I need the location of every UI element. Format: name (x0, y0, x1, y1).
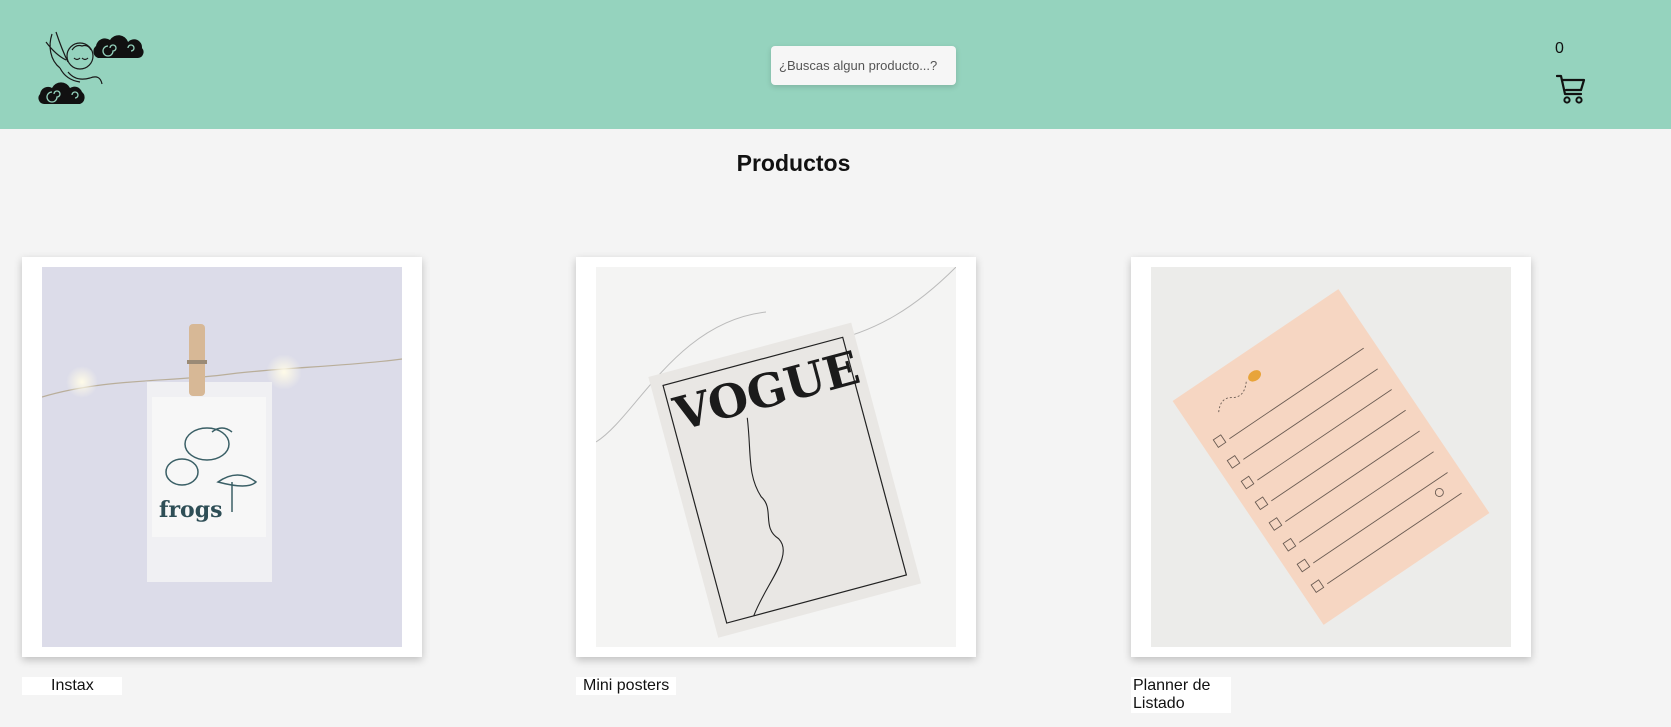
search-input[interactable] (771, 46, 956, 85)
product-name[interactable]: Planner de Listado (1131, 677, 1231, 713)
product-card-instax[interactable]: frogs (22, 257, 422, 657)
page-title: Productos (736, 150, 851, 176)
polaroid-frogs-photo: frogs (42, 267, 402, 647)
product-card-planner[interactable] (1131, 257, 1531, 657)
svg-text:frogs: frogs (159, 497, 223, 523)
product-name[interactable]: Mini posters (576, 677, 676, 695)
vogue-poster-photo: VOGUE (596, 267, 956, 647)
product-card-mini-posters[interactable]: VOGUE (576, 257, 976, 657)
site-header: 0 (0, 0, 1671, 129)
product-name[interactable]: Instax (22, 677, 122, 695)
cherub-clouds-logo-icon[interactable] (38, 24, 152, 110)
cart-count: 0 (1555, 40, 1564, 57)
checklist-planner-photo (1151, 267, 1511, 647)
shopping-cart-icon[interactable] (1556, 73, 1586, 105)
